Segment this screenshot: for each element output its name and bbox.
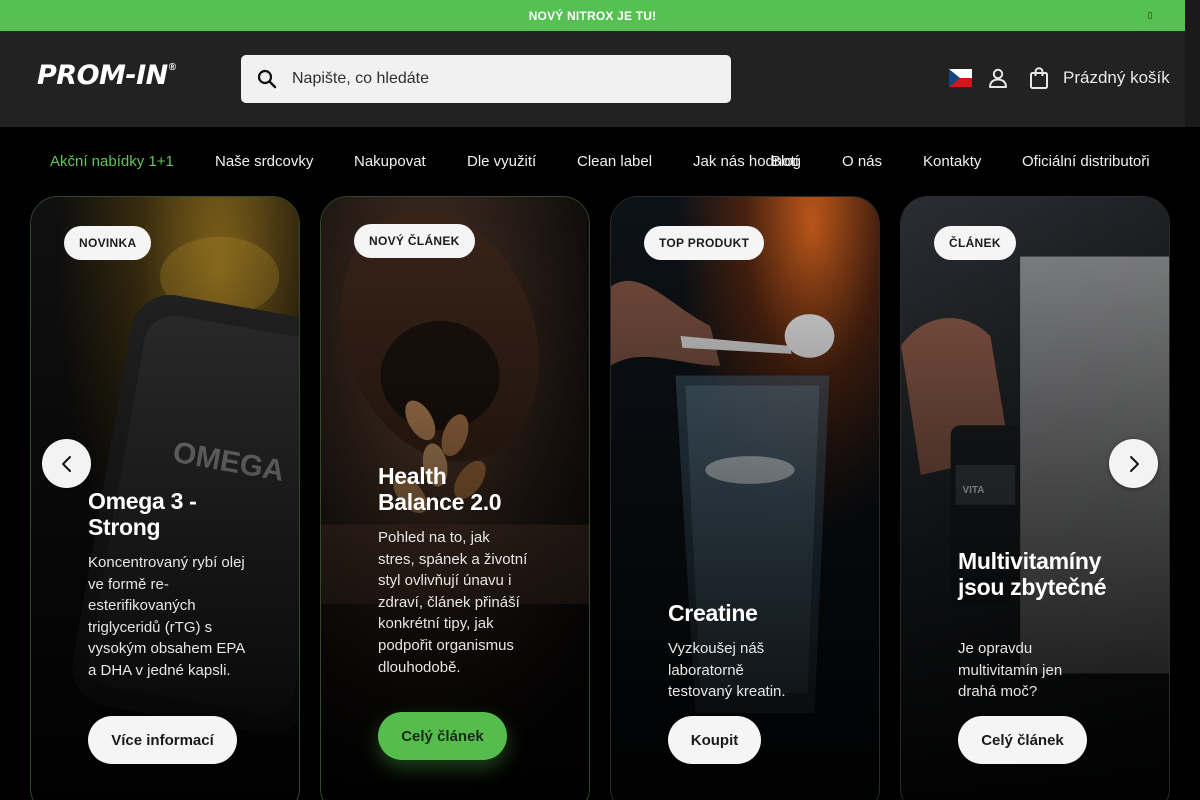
promo-card-creatine[interactable]: TOP PRODUKT Creatine Vyzkoušej náš labor… [610, 196, 880, 800]
user-icon[interactable] [987, 67, 1009, 89]
nav-item-dle-vyuziti[interactable]: Dle využití [467, 153, 536, 170]
chevron-right-icon [1129, 455, 1139, 472]
flag-cz-icon[interactable] [949, 69, 972, 87]
search-icon[interactable] [257, 69, 277, 89]
card-title: Health Balance 2.0 [378, 463, 502, 515]
search-input[interactable] [292, 70, 692, 88]
nav-item-oficialni-distributori[interactable]: Oficiální distributoři [1022, 153, 1150, 170]
promo-card-health-balance[interactable]: NOVÝ ČLÁNEK Health Balance 2.0 Pohled na… [320, 196, 590, 800]
card-title: Creatine [668, 600, 758, 626]
logo[interactable]: PROM-IN ® [37, 60, 176, 96]
more-info-button[interactable]: Více informací [88, 716, 237, 764]
shopping-bag-icon[interactable] [1029, 67, 1049, 89]
nav-item-akcni-nabidky[interactable]: Akční nabídky 1+1 [50, 153, 174, 170]
card-badge: NOVÝ ČLÁNEK [354, 224, 475, 258]
card-badge: NOVINKA [64, 226, 152, 260]
search-bar[interactable] [241, 55, 731, 103]
card-title: Multivitamíny jsou zbytečné [958, 548, 1107, 600]
promo-card-omega[interactable]: OMEGA NOVINKA Omega 3 - Strong Koncentro… [30, 196, 300, 800]
full-article-button[interactable]: Celý článek [958, 716, 1087, 764]
nav-item-o-nas[interactable]: O nás [842, 153, 882, 170]
site-header: PROM-IN ® Prázdný košík [0, 31, 1185, 127]
announcement-bar[interactable]: NOVÝ NITROX JE TU! ▯ [0, 0, 1185, 31]
full-article-button[interactable]: Celý článek [378, 712, 507, 760]
scrollbar-gutter [1185, 0, 1200, 127]
nav-item-nase-srdcovky[interactable]: Naše srdcovky [215, 153, 313, 170]
chevron-left-icon [61, 455, 71, 472]
registered-mark: ® [168, 62, 177, 73]
card-badge: ČLÁNEK [934, 226, 1016, 260]
main-nav: Akční nabídky 1+1 Naše srdcovky Nakupova… [0, 127, 1200, 197]
card-description: Pohled na to, jak stres, spánek a životn… [378, 529, 528, 676]
card-badge: TOP PRODUKT [644, 226, 765, 260]
logo-text: PROM-IN [37, 60, 168, 91]
promo-card-multivitamins[interactable]: VITA ČLÁNEK Multivitamíny jsou zbytečné … [900, 196, 1170, 800]
buy-button[interactable]: Koupit [668, 716, 761, 764]
card-title: Omega 3 - Strong [88, 488, 197, 540]
carousel-prev-button[interactable] [42, 439, 91, 488]
card-description: Vyzkoušej náš laboratorně testovaný krea… [668, 640, 786, 701]
announcement-text[interactable]: NOVÝ NITROX JE TU! [529, 9, 657, 23]
card-description: Je opravdu multivitamín jen drahá moč? [958, 640, 1063, 701]
card-image-creatine [611, 197, 879, 800]
cart-label[interactable]: Prázdný košík [1063, 68, 1170, 88]
card-description: Koncentrovaný rybí olej ve formě re-este… [88, 554, 245, 679]
nav-item-kontakty[interactable]: Kontakty [923, 153, 981, 170]
announcement-close-icon[interactable]: ▯ [1144, 9, 1156, 21]
card-image-multivitamins: VITA [901, 197, 1169, 800]
nav-item-nakupovat[interactable]: Nakupovat [354, 153, 426, 170]
nav-item-clean-label[interactable]: Clean label [577, 153, 652, 170]
nav-item-blog[interactable]: Blog [771, 153, 801, 170]
carousel-next-button[interactable] [1109, 439, 1158, 488]
